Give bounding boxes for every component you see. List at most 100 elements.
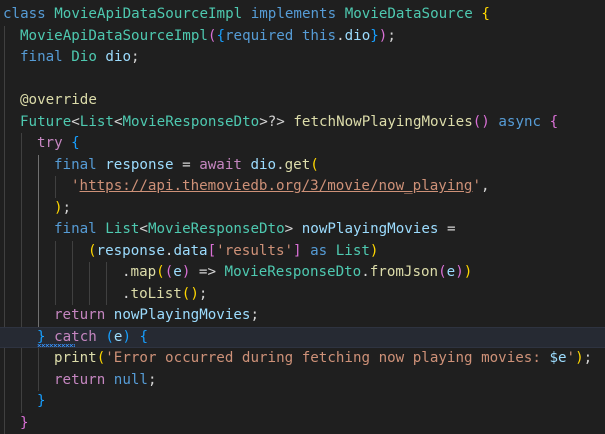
- code-token: class: [3, 6, 54, 22]
- code-text: return nowPlayingMovies;: [54, 305, 259, 327]
- code-token: ): [575, 350, 584, 366]
- code-token: final: [54, 221, 105, 237]
- code-token: fetchNowPlayingMovies: [293, 114, 472, 130]
- code-token: }: [37, 393, 46, 409]
- code-line[interactable]: print('Error occurred during fetching no…: [0, 348, 605, 370]
- code-text: Future<List<MovieResponseDto>?> fetchNow…: [20, 112, 558, 134]
- code-token: ;: [148, 372, 157, 388]
- code-token: required: [225, 28, 302, 44]
- code-token: List: [105, 221, 139, 237]
- code-text: return null;: [54, 370, 157, 392]
- code-line[interactable]: try {: [0, 133, 605, 155]
- code-token: return: [54, 307, 114, 323]
- code-token: =: [447, 221, 456, 237]
- code-line-current[interactable]: } catch (e) {: [0, 327, 605, 349]
- code-line[interactable]: final Dio dio;: [0, 47, 605, 69]
- code-token: .: [361, 264, 370, 280]
- code-token: <: [114, 114, 123, 130]
- code-token: 'Error occurred during fetching now play…: [105, 350, 549, 366]
- code-line[interactable]: .toList();: [0, 284, 605, 306]
- code-token: ,: [481, 178, 490, 194]
- code-token: {: [71, 135, 80, 151]
- lint-warning-underline: [37, 344, 75, 347]
- code-token: nowPlayingMovies: [114, 307, 251, 323]
- code-token: await: [199, 157, 250, 173]
- code-token: ;: [387, 28, 396, 44]
- code-token: .: [336, 28, 345, 44]
- code-token: {: [481, 6, 490, 22]
- code-line[interactable]: [0, 69, 605, 91]
- code-token: 'results': [216, 243, 293, 259]
- code-text: );: [54, 198, 71, 220]
- code-text: final List<MovieResponseDto> nowPlayingM…: [54, 219, 456, 241]
- code-line[interactable]: return null;: [0, 370, 605, 392]
- code-token: response: [97, 243, 165, 259]
- code-token: (): [182, 286, 199, 302]
- code-token: (): [473, 114, 490, 130]
- code-line[interactable]: return nowPlayingMovies;: [0, 305, 605, 327]
- code-token: e: [447, 264, 456, 280]
- code-token: MovieResponseDto: [148, 221, 285, 237]
- code-token: <: [71, 114, 80, 130]
- code-text: print('Error occurred during fetching no…: [54, 348, 592, 370]
- code-text: MovieApiDataSourceImpl({required this.di…: [20, 26, 396, 48]
- code-token: null: [114, 372, 148, 388]
- code-token: ;: [584, 350, 593, 366]
- code-token: $e: [549, 350, 566, 366]
- code-line[interactable]: .map((e) => MovieResponseDto.fromJson(e)…: [0, 262, 605, 284]
- code-line[interactable]: );: [0, 198, 605, 220]
- code-token: https://api.themoviedb.org/3/movie/now_p…: [80, 178, 473, 194]
- code-token: [302, 243, 311, 259]
- code-token: MovieApiDataSourceImpl: [20, 28, 208, 44]
- code-token: dio: [105, 49, 131, 65]
- code-token: ]: [293, 243, 302, 259]
- code-token: <: [139, 221, 148, 237]
- code-token: catch: [54, 329, 105, 345]
- code-token: implements: [251, 6, 345, 22]
- code-token: print: [54, 350, 97, 366]
- code-token: toList: [131, 286, 182, 302]
- code-token: List: [336, 243, 370, 259]
- code-line[interactable]: MovieApiDataSourceImpl({required this.di…: [0, 26, 605, 48]
- code-token: {: [216, 28, 225, 44]
- code-token: return: [54, 372, 114, 388]
- code-token: (: [310, 157, 319, 173]
- code-token: final: [20, 49, 71, 65]
- code-token: MovieResponseDto: [225, 264, 362, 280]
- code-token: MovieApiDataSourceImpl: [54, 6, 250, 22]
- code-line[interactable]: final response = await dio.get(: [0, 155, 605, 177]
- code-token: (: [438, 264, 447, 280]
- code-line[interactable]: }: [0, 413, 605, 434]
- code-token: this: [302, 28, 336, 44]
- code-token: .: [122, 286, 131, 302]
- code-editor[interactable]: class MovieApiDataSourceImpl implements …: [0, 0, 605, 433]
- code-line[interactable]: @override: [0, 90, 605, 112]
- code-line[interactable]: Future<List<MovieResponseDto>?> fetchNow…: [0, 112, 605, 134]
- code-token: try: [37, 135, 71, 151]
- code-token: }: [20, 415, 29, 431]
- code-token: ): [370, 243, 379, 259]
- code-token: ;: [63, 200, 72, 216]
- code-text: try {: [37, 133, 80, 155]
- code-token: MovieDataSource: [345, 6, 482, 22]
- code-token: ': [567, 350, 576, 366]
- code-line[interactable]: }: [0, 391, 605, 413]
- code-line[interactable]: class MovieApiDataSourceImpl implements …: [0, 4, 605, 26]
- code-token: .: [276, 157, 285, 173]
- code-token: ): [455, 264, 464, 280]
- code-line[interactable]: final List<MovieResponseDto> nowPlayingM…: [0, 219, 605, 241]
- code-token: =>: [190, 264, 224, 280]
- code-token: MovieResponseDto: [123, 114, 260, 130]
- code-token: async: [498, 114, 549, 130]
- code-token: }: [37, 329, 54, 345]
- code-line[interactable]: 'https://api.themoviedb.org/3/movie/now_…: [0, 176, 605, 198]
- code-token: as: [310, 243, 336, 259]
- code-token: dio: [345, 28, 371, 44]
- code-token: {: [550, 114, 559, 130]
- code-token: ;: [131, 49, 140, 65]
- code-token: ;: [199, 286, 208, 302]
- code-token: get: [285, 157, 311, 173]
- code-token: {: [140, 329, 149, 345]
- code-line[interactable]: (response.data['results'] as List): [0, 241, 605, 263]
- code-token: >?>: [259, 114, 293, 130]
